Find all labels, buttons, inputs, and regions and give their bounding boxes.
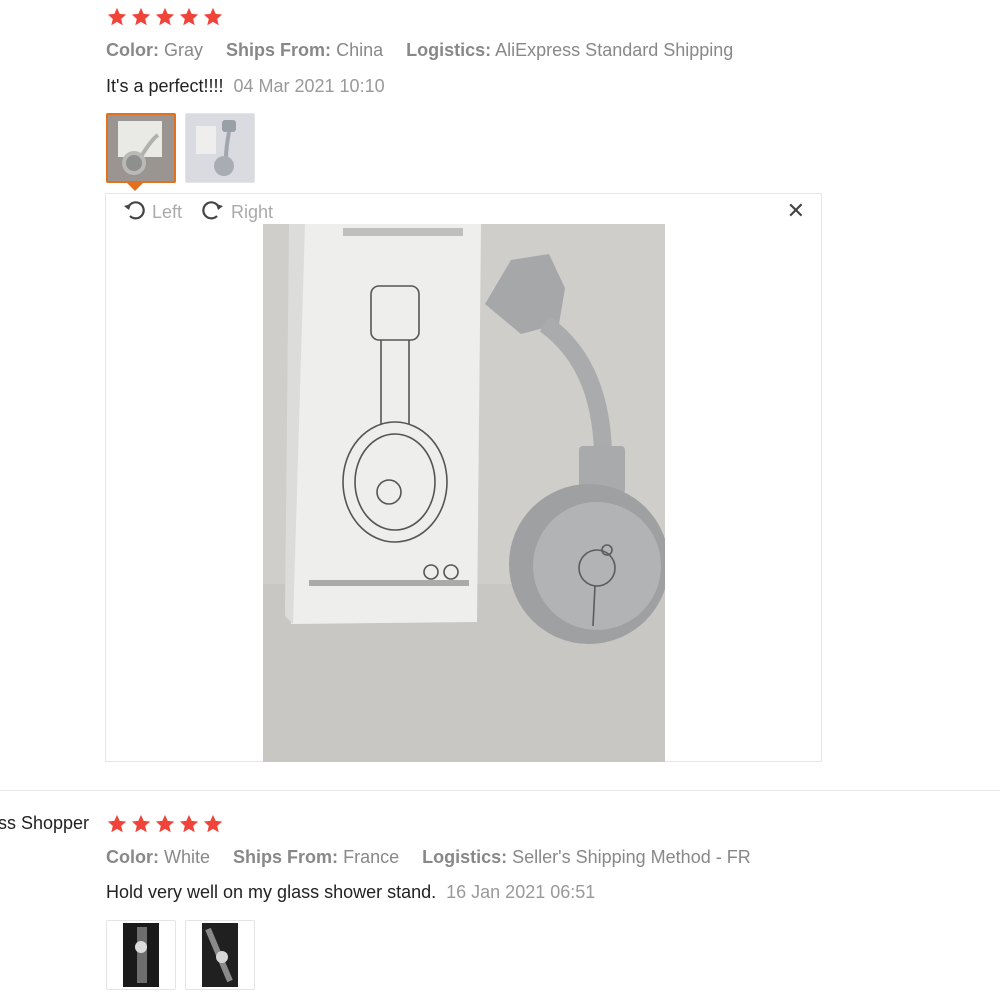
color-label: Color:: [106, 847, 159, 867]
ships-from-value: China: [336, 40, 384, 60]
thumb-image: [108, 115, 174, 181]
review-text: It's a perfect!!!!: [106, 76, 224, 96]
rotate-right-icon: [201, 198, 225, 227]
logistics-label: Logistics:: [406, 40, 492, 60]
logistics-label: Logistics:: [422, 847, 508, 867]
review-date: 16 Jan 2021 06:51: [446, 882, 596, 902]
review-date: 04 Mar 2021 10:10: [233, 76, 385, 96]
star-icon: [130, 6, 152, 28]
review2-thumb-1[interactable]: [106, 920, 176, 990]
review1-comment: It's a perfect!!!! 04 Mar 2021 10:10: [106, 76, 385, 97]
ships-from-label: Ships From:: [233, 847, 339, 867]
star-icon: [202, 6, 224, 28]
rotate-right-label: Right: [231, 202, 274, 222]
review-photo: [263, 224, 665, 762]
thumb-image: [186, 114, 254, 182]
rotate-left-icon: [122, 198, 146, 227]
star-icon: [178, 6, 200, 28]
review2-username: ss Shopper: [0, 813, 90, 833]
star-icon: [154, 813, 176, 835]
logistics-value: AliExpress Standard Shipping: [495, 40, 734, 60]
star-icon: [202, 813, 224, 835]
active-thumb-indicator: [127, 183, 143, 191]
ships-from-label: Ships From:: [226, 40, 332, 60]
review1-rating: [106, 6, 224, 28]
rotate-left-button[interactable]: Left: [122, 198, 182, 227]
color-label: Color:: [106, 40, 159, 60]
review2-rating: [106, 813, 224, 835]
review2-thumb-2[interactable]: [185, 920, 255, 990]
review-divider: [0, 790, 1000, 791]
color-value: White: [164, 847, 211, 867]
star-icon: [178, 813, 200, 835]
review2-meta: Color: White Ships From: France Logistic…: [106, 847, 769, 868]
rotate-right-button[interactable]: Right: [201, 198, 273, 227]
image-viewer: Left Right ✕: [105, 193, 822, 762]
star-icon: [106, 6, 128, 28]
star-icon: [154, 6, 176, 28]
star-icon: [106, 813, 128, 835]
thumb-image: [107, 921, 175, 989]
review-text: Hold very well on my glass shower stand.: [106, 882, 437, 902]
color-value: Gray: [164, 40, 204, 60]
close-icon[interactable]: ✕: [787, 198, 805, 224]
review1-thumb-2[interactable]: [185, 113, 255, 183]
review2-comment: Hold very well on my glass shower stand.…: [106, 882, 595, 903]
review1-meta: Color: Gray Ships From: China Logistics:…: [106, 40, 751, 61]
logistics-value: Seller's Shipping Method - FR: [512, 847, 751, 867]
thumb-image: [186, 921, 254, 989]
star-icon: [130, 813, 152, 835]
rotate-left-label: Left: [152, 202, 183, 222]
review1-thumb-1[interactable]: [106, 113, 176, 183]
ships-from-value: France: [343, 847, 400, 867]
